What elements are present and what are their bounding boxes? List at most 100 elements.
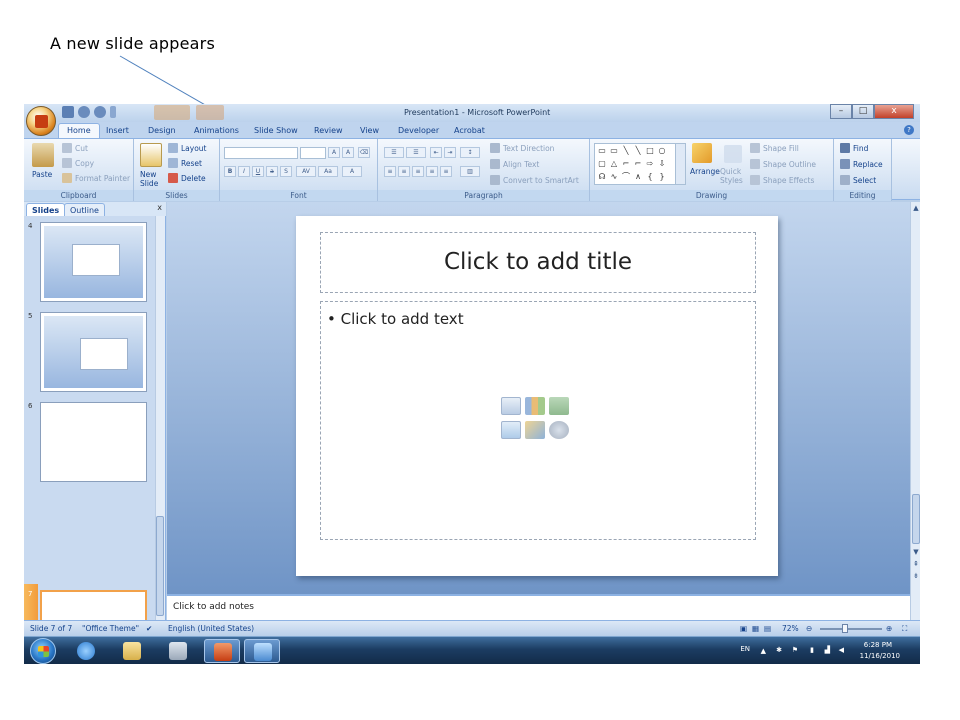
align-right-icon[interactable]: ≡ [412,166,424,177]
gallery-scroll[interactable] [675,144,685,184]
slide-sorter-view-icon[interactable]: ▦ [752,624,759,633]
rectangle-shape-icon[interactable]: □ [645,146,655,155]
distributed-icon[interactable]: ≡ [440,166,452,177]
tab-view[interactable]: View [360,124,379,138]
curve-shape-icon[interactable]: ∧ [633,172,643,181]
replace-button[interactable]: Replace [840,159,883,169]
insert-table-icon[interactable] [501,397,521,415]
elbow-connector-icon[interactable]: ⌐ [621,159,631,168]
character-spacing-icon[interactable]: AV [296,166,316,177]
clock-time[interactable]: 6:28 PM [864,641,892,649]
rounded-rect-shape-icon[interactable]: ▢ [597,159,607,168]
zoom-level[interactable]: 72% [782,624,799,633]
next-slide-icon[interactable]: ⇟ [912,572,920,580]
battery-icon[interactable]: ▮ [810,646,814,654]
insert-clip-art-icon[interactable] [525,421,545,439]
columns-icon[interactable]: ▥ [460,166,480,177]
textbox-shape-icon[interactable]: ▭ [609,146,619,155]
scroll-down-icon[interactable]: ▼ [912,548,920,556]
office-button[interactable] [26,106,56,136]
calculator-button[interactable] [160,639,196,663]
select-button[interactable]: Select [840,175,876,185]
grow-font-icon[interactable]: A [328,147,340,158]
paste-button[interactable]: Paste [32,170,52,179]
save-icon[interactable] [62,106,74,118]
textbox-shape-icon[interactable]: ▭ [597,146,607,155]
action-center-flag-icon[interactable]: ⚑ [792,646,798,654]
copy-button[interactable]: Copy [62,158,94,168]
decrease-indent-icon[interactable]: ⇤ [430,147,442,158]
insert-media-icon[interactable] [549,421,569,439]
down-arrow-shape-icon[interactable]: ⇩ [657,159,667,168]
insert-chart-icon[interactable] [525,397,545,415]
show-hidden-icons[interactable]: ▲ [761,647,766,655]
spell-check-icon[interactable]: ✔ [146,624,152,633]
shape-effects-button[interactable]: Shape Effects [750,175,814,185]
slide-thumbnail[interactable] [40,222,147,302]
right-arrow-shape-icon[interactable]: ⇨ [645,159,655,168]
delete-button[interactable]: Delete [168,173,206,183]
editor-scrollbar[interactable]: ▲ ▼ ⇞ ⇟ [910,202,920,620]
scroll-thumb[interactable] [912,494,920,544]
internet-explorer-button[interactable] [68,639,104,663]
bullets-icon[interactable]: ☰ [384,147,404,158]
arc-shape-icon[interactable]: ⌒ [621,172,631,181]
font-color-icon[interactable]: A [342,166,362,177]
insert-smartart-icon[interactable] [549,397,569,415]
align-text-button[interactable]: Align Text [490,159,539,169]
zoom-slider[interactable] [820,628,882,630]
elbow-arrow-icon[interactable]: ⌐ [633,159,643,168]
zoom-out-icon[interactable]: ⊖ [806,624,812,633]
font-size-field[interactable] [300,147,326,159]
normal-view-icon[interactable]: ▣ [740,624,747,633]
tab-insert[interactable]: Insert [106,124,129,138]
cut-button[interactable]: Cut [62,143,88,153]
help-icon[interactable]: ? [904,125,914,135]
redo-icon[interactable] [94,106,106,118]
bold-icon[interactable]: B [224,166,236,177]
fit-to-window-icon[interactable]: ⛶ [902,624,907,634]
language[interactable]: English (United States) [168,624,254,633]
find-button[interactable]: Find [840,143,868,153]
tab-review[interactable]: Review [314,124,343,138]
close-icon[interactable]: x [157,203,162,212]
brace-shape-icon[interactable]: { [645,172,655,181]
powerpoint-taskbar-button[interactable] [204,639,240,663]
close-button[interactable]: x [874,104,914,119]
new-slide-button[interactable]: New Slide [140,170,166,188]
maximize-button[interactable]: □ [852,104,874,119]
italic-icon[interactable]: I [238,166,250,177]
quick-styles-button[interactable]: Quick Styles [720,167,746,185]
pane-scrollbar[interactable] [155,216,165,620]
convert-smartart-button[interactable]: Convert to SmartArt [490,175,579,185]
scroll-up-icon[interactable]: ▲ [912,204,920,212]
notes-pane[interactable]: Click to add notes [167,594,910,620]
tab-acrobat[interactable]: Acrobat [454,124,485,138]
freeform-shape-icon[interactable]: ☊ [597,172,607,181]
start-button[interactable] [30,638,56,664]
justify-icon[interactable]: ≡ [426,166,438,177]
line-shape-icon[interactable]: ╲ [621,146,631,155]
scribble-shape-icon[interactable]: ∿ [609,172,619,181]
text-shadow-icon[interactable]: S [280,166,292,177]
shrink-font-icon[interactable]: A [342,147,354,158]
text-direction-button[interactable]: Text Direction [490,143,554,153]
arrange-button[interactable]: Arrange [690,167,720,176]
brace-shape-icon[interactable]: } [657,172,667,181]
align-left-icon[interactable]: ≡ [384,166,396,177]
slide-thumbnail[interactable] [40,402,147,482]
minimize-button[interactable]: – [830,104,852,119]
numbering-icon[interactable]: ☰ [406,147,426,158]
oval-shape-icon[interactable]: ○ [657,146,667,155]
explorer-button[interactable] [114,639,150,663]
insert-picture-icon[interactable] [501,421,521,439]
font-name-field[interactable] [224,147,298,159]
underline-icon[interactable]: U [252,166,264,177]
zoom-in-icon[interactable]: ⊕ [886,624,892,633]
language-indicator[interactable]: EN [740,645,750,653]
format-painter-button[interactable]: Format Painter [62,173,130,183]
shape-fill-button[interactable]: Shape Fill [750,143,799,153]
clear-formatting-icon[interactable]: ⌫ [358,147,370,158]
slide-thumbnail[interactable] [40,312,147,392]
tab-design[interactable]: Design [148,124,176,138]
